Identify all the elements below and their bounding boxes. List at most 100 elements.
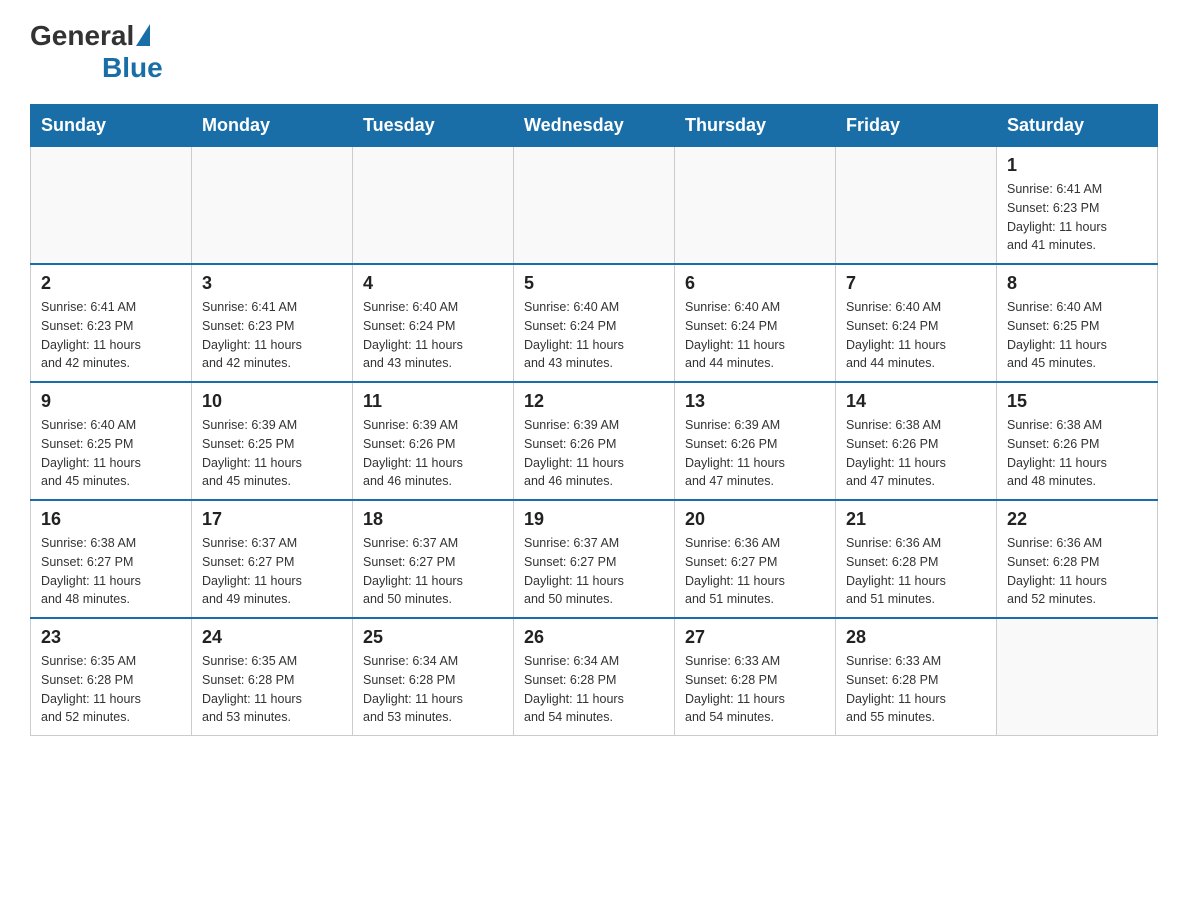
calendar-cell: 17 Sunrise: 6:37 AMSunset: 6:27 PMDayligh… — [192, 500, 353, 618]
calendar-cell: 25Sunrise: 6:34 AMSunset: 6:28 PMDayligh… — [353, 618, 514, 736]
day-info: Sunrise: 6:36 AMSunset: 6:28 PMDaylight:… — [1007, 534, 1147, 609]
day-number: 11 — [363, 391, 503, 412]
calendar-cell — [31, 147, 192, 265]
day-info: Sunrise: 6:40 AMSunset: 6:24 PMDaylight:… — [685, 298, 825, 373]
weekday-header-thursday: Thursday — [675, 105, 836, 147]
day-number: 3 — [202, 273, 342, 294]
calendar-cell: 6 Sunrise: 6:40 AMSunset: 6:24 PMDaylight… — [675, 264, 836, 382]
calendar-cell: 27Sunrise: 6:33 AMSunset: 6:28 PMDayligh… — [675, 618, 836, 736]
day-info: Sunrise: 6:40 AMSunset: 6:25 PMDaylight:… — [1007, 298, 1147, 373]
calendar-cell — [353, 147, 514, 265]
day-number: 28 — [846, 627, 986, 648]
day-number: 20 — [685, 509, 825, 530]
day-info: Sunrise: 6:37 AMSunset: 6:27 PMDaylight:… — [524, 534, 664, 609]
day-number: 4 — [363, 273, 503, 294]
weekday-header-wednesday: Wednesday — [514, 105, 675, 147]
calendar-cell: 24 Sunrise: 6:35 AMSunset: 6:28 PMDayligh… — [192, 618, 353, 736]
calendar-cell: 22 Sunrise: 6:36 AMSunset: 6:28 PMDayligh… — [997, 500, 1158, 618]
day-info: Sunrise: 6:37 AMSunset: 6:27 PMDaylight:… — [202, 534, 342, 609]
day-info: Sunrise: 6:40 AMSunset: 6:25 PMDaylight:… — [41, 416, 181, 491]
calendar-cell: 18 Sunrise: 6:37 AMSunset: 6:27 PMDayligh… — [353, 500, 514, 618]
calendar-cell — [675, 147, 836, 265]
day-info: Sunrise: 6:39 AMSunset: 6:26 PMDaylight:… — [524, 416, 664, 491]
weekday-header-friday: Friday — [836, 105, 997, 147]
day-info: Sunrise: 6:41 AMSunset: 6:23 PMDaylight:… — [41, 298, 181, 373]
day-info: Sunrise: 6:38 AMSunset: 6:27 PMDaylight:… — [41, 534, 181, 609]
day-info: Sunrise: 6:41 AMSunset: 6:23 PMDaylight:… — [1007, 180, 1147, 255]
logo-triangle-icon — [136, 24, 150, 46]
week-row-4: 16 Sunrise: 6:38 AMSunset: 6:27 PMDayligh… — [31, 500, 1158, 618]
day-info: Sunrise: 6:39 AMSunset: 6:26 PMDaylight:… — [363, 416, 503, 491]
calendar-cell: 12 Sunrise: 6:39 AMSunset: 6:26 PMDayligh… — [514, 382, 675, 500]
day-info: Sunrise: 6:39 AMSunset: 6:25 PMDaylight:… — [202, 416, 342, 491]
day-info: Sunrise: 6:41 AMSunset: 6:23 PMDaylight:… — [202, 298, 342, 373]
calendar-cell: 2 Sunrise: 6:41 AMSunset: 6:23 PMDaylight… — [31, 264, 192, 382]
day-number: 10 — [202, 391, 342, 412]
calendar-cell: 4 Sunrise: 6:40 AMSunset: 6:24 PMDaylight… — [353, 264, 514, 382]
day-number: 24 — [202, 627, 342, 648]
day-info: Sunrise: 6:40 AMSunset: 6:24 PMDaylight:… — [363, 298, 503, 373]
day-number: 18 — [363, 509, 503, 530]
weekday-header-tuesday: Tuesday — [353, 105, 514, 147]
calendar-cell: 28 Sunrise: 6:33 AMSunset: 6:28 PMDayligh… — [836, 618, 997, 736]
day-info: Sunrise: 6:40 AMSunset: 6:24 PMDaylight:… — [524, 298, 664, 373]
week-row-1: 1 Sunrise: 6:41 AMSunset: 6:23 PMDaylight… — [31, 147, 1158, 265]
calendar-cell: 21 Sunrise: 6:36 AMSunset: 6:28 PMDayligh… — [836, 500, 997, 618]
week-row-5: 23 Sunrise: 6:35 AMSunset: 6:28 PMDayligh… — [31, 618, 1158, 736]
calendar-cell: 7 Sunrise: 6:40 AMSunset: 6:24 PMDaylight… — [836, 264, 997, 382]
calendar-cell: 14Sunrise: 6:38 AMSunset: 6:26 PMDayligh… — [836, 382, 997, 500]
day-number: 14 — [846, 391, 986, 412]
day-number: 13 — [685, 391, 825, 412]
day-info: Sunrise: 6:35 AMSunset: 6:28 PMDaylight:… — [202, 652, 342, 727]
day-info: Sunrise: 6:37 AMSunset: 6:27 PMDaylight:… — [363, 534, 503, 609]
calendar-cell: 11 Sunrise: 6:39 AMSunset: 6:26 PMDayligh… — [353, 382, 514, 500]
day-number: 17 — [202, 509, 342, 530]
day-number: 26 — [524, 627, 664, 648]
day-number: 16 — [41, 509, 181, 530]
calendar-cell — [836, 147, 997, 265]
calendar-cell: 10 Sunrise: 6:39 AMSunset: 6:25 PMDayligh… — [192, 382, 353, 500]
calendar-table: SundayMondayTuesdayWednesdayThursdayFrid… — [30, 104, 1158, 736]
day-info: Sunrise: 6:39 AMSunset: 6:26 PMDaylight:… — [685, 416, 825, 491]
calendar-cell: 16 Sunrise: 6:38 AMSunset: 6:27 PMDayligh… — [31, 500, 192, 618]
week-row-2: 2 Sunrise: 6:41 AMSunset: 6:23 PMDaylight… — [31, 264, 1158, 382]
calendar-cell — [514, 147, 675, 265]
day-number: 23 — [41, 627, 181, 648]
calendar-cell: 13 Sunrise: 6:39 AMSunset: 6:26 PMDayligh… — [675, 382, 836, 500]
weekday-header-row: SundayMondayTuesdayWednesdayThursdayFrid… — [31, 105, 1158, 147]
day-number: 25 — [363, 627, 503, 648]
day-number: 7 — [846, 273, 986, 294]
day-number: 5 — [524, 273, 664, 294]
day-number: 8 — [1007, 273, 1147, 294]
day-number: 21 — [846, 509, 986, 530]
day-info: Sunrise: 6:33 AMSunset: 6:28 PMDaylight:… — [846, 652, 986, 727]
day-info: Sunrise: 6:33 AMSunset: 6:28 PMDaylight:… — [685, 652, 825, 727]
day-info: Sunrise: 6:38 AMSunset: 6:26 PMDaylight:… — [1007, 416, 1147, 491]
logo: General Blue — [30, 20, 163, 84]
calendar-cell: 20 Sunrise: 6:36 AMSunset: 6:27 PMDayligh… — [675, 500, 836, 618]
day-number: 6 — [685, 273, 825, 294]
calendar-cell: 23 Sunrise: 6:35 AMSunset: 6:28 PMDayligh… — [31, 618, 192, 736]
weekday-header-saturday: Saturday — [997, 105, 1158, 147]
day-number: 9 — [41, 391, 181, 412]
calendar-cell — [192, 147, 353, 265]
week-row-3: 9 Sunrise: 6:40 AMSunset: 6:25 PMDaylight… — [31, 382, 1158, 500]
day-info: Sunrise: 6:40 AMSunset: 6:24 PMDaylight:… — [846, 298, 986, 373]
calendar-cell: 8 Sunrise: 6:40 AMSunset: 6:25 PMDaylight… — [997, 264, 1158, 382]
calendar-cell: 15 Sunrise: 6:38 AMSunset: 6:26 PMDayligh… — [997, 382, 1158, 500]
weekday-header-sunday: Sunday — [31, 105, 192, 147]
day-info: Sunrise: 6:36 AMSunset: 6:28 PMDaylight:… — [846, 534, 986, 609]
page-header: General Blue — [30, 20, 1158, 84]
day-info: Sunrise: 6:34 AMSunset: 6:28 PMDaylight:… — [524, 652, 664, 727]
day-info: Sunrise: 6:35 AMSunset: 6:28 PMDaylight:… — [41, 652, 181, 727]
day-number: 15 — [1007, 391, 1147, 412]
day-number: 12 — [524, 391, 664, 412]
day-number: 2 — [41, 273, 181, 294]
day-info: Sunrise: 6:36 AMSunset: 6:27 PMDaylight:… — [685, 534, 825, 609]
day-number: 22 — [1007, 509, 1147, 530]
calendar-cell: 1 Sunrise: 6:41 AMSunset: 6:23 PMDaylight… — [997, 147, 1158, 265]
weekday-header-monday: Monday — [192, 105, 353, 147]
day-number: 1 — [1007, 155, 1147, 176]
calendar-cell: 3 Sunrise: 6:41 AMSunset: 6:23 PMDaylight… — [192, 264, 353, 382]
calendar-cell — [997, 618, 1158, 736]
